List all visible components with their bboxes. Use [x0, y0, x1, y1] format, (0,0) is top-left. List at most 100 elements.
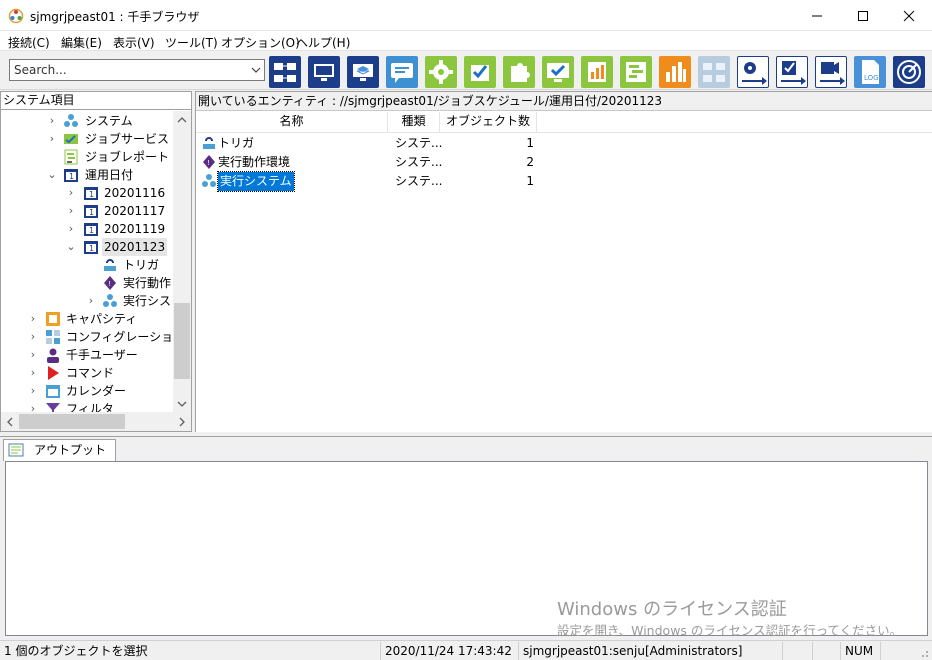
- chart-report-icon: [588, 62, 606, 82]
- gantt-button[interactable]: [620, 56, 652, 88]
- menu-tools[interactable]: ツール(T): [165, 34, 218, 51]
- calendar-date-icon: 1: [84, 241, 98, 254]
- tree-item-label: トリガ: [123, 258, 160, 272]
- check-arrow-button[interactable]: [776, 56, 808, 88]
- tree-item-date[interactable]: › 1 20201116: [1, 184, 173, 202]
- tree-item-senju-user[interactable]: › 千手ユーザー: [1, 346, 173, 364]
- layers-monitor-button[interactable]: [347, 56, 379, 88]
- menu-edit[interactable]: 編集(E): [61, 34, 102, 51]
- tree-item-command[interactable]: › コマンド: [1, 364, 173, 382]
- menu-help[interactable]: ヘルプ(H): [296, 34, 350, 51]
- chevron-down-icon[interactable]: ⌄: [47, 166, 57, 184]
- tree-item-label: コマンド: [66, 366, 115, 380]
- chevron-right-icon[interactable]: ›: [28, 328, 38, 346]
- tree-horizontal-scrollbar[interactable]: [1, 412, 191, 431]
- tree-vertical-scrollbar[interactable]: [173, 111, 191, 412]
- tree-item-calendar[interactable]: › カレンダー: [1, 382, 173, 400]
- chevron-right-icon[interactable]: ›: [28, 364, 38, 382]
- tree-item-job-report[interactable]: ジョブレポート: [1, 148, 173, 166]
- log-button[interactable]: LOG: [854, 56, 886, 88]
- chevron-right-icon[interactable]: ›: [47, 112, 57, 130]
- chevron-right-icon[interactable]: ›: [66, 202, 76, 220]
- list-row[interactable]: トリガ システ... 1: [196, 134, 932, 153]
- tree-item-date[interactable]: › 1 20201117: [1, 202, 173, 220]
- chevron-right-icon[interactable]: ›: [28, 310, 38, 328]
- monitor-icon: [314, 64, 334, 81]
- list-row[interactable]: ! 実行動作環境 システ... 2: [196, 153, 932, 172]
- orange-chart-icon: [666, 62, 686, 82]
- tree-item-capacity[interactable]: › キャパシティ: [1, 310, 173, 328]
- menu-view[interactable]: 表示(V): [113, 34, 155, 51]
- chart-report-button[interactable]: [581, 56, 613, 88]
- green-monitor-check-button[interactable]: [542, 56, 574, 88]
- scroll-right-icon[interactable]: [178, 417, 186, 427]
- resize-grip-icon[interactable]: [917, 646, 929, 658]
- radar-button[interactable]: [893, 56, 925, 88]
- log-icon: LOG: [862, 60, 879, 84]
- gear-arrow-button[interactable]: [737, 56, 769, 88]
- tree-item-exec-env[interactable]: ! 実行動作: [1, 274, 173, 292]
- config-icon: [46, 330, 60, 344]
- status-bar: 1 個のオブジェクトを選択 2020/11/24 17:43:42 sjmgrj…: [0, 640, 932, 660]
- green-check-puzzle-button[interactable]: [464, 56, 496, 88]
- chevron-right-icon[interactable]: ›: [28, 346, 38, 364]
- maximize-button[interactable]: [840, 0, 886, 31]
- row-type: システ...: [395, 155, 443, 169]
- green-puzzle-button[interactable]: [503, 56, 535, 88]
- camera-arrow-button[interactable]: [815, 56, 847, 88]
- calendar-date-icon: 1: [64, 169, 78, 182]
- monitor-button[interactable]: [308, 56, 340, 88]
- search-input[interactable]: [12, 61, 242, 79]
- svg-text:!: !: [207, 159, 210, 167]
- chevron-right-icon[interactable]: ›: [86, 292, 96, 310]
- tree-item-configuration[interactable]: › コンフィグレーション: [1, 328, 185, 346]
- list-row-selected[interactable]: 実行システム システ... 1: [196, 171, 932, 192]
- column-header-count[interactable]: オブジェクト数: [440, 112, 537, 132]
- column-header-name[interactable]: 名称: [196, 112, 388, 132]
- scroll-down-icon[interactable]: [177, 400, 187, 408]
- tree-item-system[interactable]: › システム: [1, 112, 173, 130]
- menu-options[interactable]: オプション(O): [221, 34, 300, 51]
- scroll-left-icon[interactable]: [6, 417, 14, 427]
- orange-chart-button[interactable]: [659, 56, 691, 88]
- maximize-icon: [858, 10, 868, 21]
- chevron-right-icon[interactable]: ›: [66, 220, 76, 238]
- green-gear-button[interactable]: [425, 56, 457, 88]
- status-blank-3: [880, 642, 910, 660]
- network-button[interactable]: [269, 56, 301, 88]
- tree-item-label: 20201117: [104, 204, 166, 218]
- trigger-icon: [203, 137, 215, 149]
- close-button[interactable]: [886, 0, 932, 31]
- tree-item-job-service[interactable]: › ジョブサービス: [1, 130, 173, 148]
- exec-env-icon: !: [104, 276, 116, 290]
- gray-network-button[interactable]: [698, 56, 730, 88]
- tree-item-date[interactable]: › 1 20201119: [1, 220, 173, 238]
- scroll-up-icon[interactable]: [177, 116, 187, 124]
- calendar-date-icon: 1: [84, 205, 98, 218]
- search-box[interactable]: [9, 59, 265, 81]
- tree-header: システム項目: [1, 92, 191, 110]
- chevron-right-icon[interactable]: ›: [28, 382, 38, 400]
- chat-button[interactable]: [386, 56, 418, 88]
- tree-item-exec-system[interactable]: › 実行シス: [1, 292, 173, 310]
- column-header-type[interactable]: 種類: [388, 112, 440, 132]
- chevron-down-icon[interactable]: [251, 65, 261, 75]
- tab-output-view[interactable]: アウトプットビュー: [3, 439, 116, 477]
- row-name: トリガ: [218, 136, 255, 150]
- trigger-icon: [104, 259, 116, 271]
- chevron-right-icon[interactable]: ›: [66, 184, 76, 202]
- chevron-right-icon[interactable]: ›: [47, 130, 57, 148]
- menu-connect[interactable]: 接続(C): [8, 34, 50, 51]
- output-area[interactable]: [5, 461, 928, 636]
- chevron-down-icon[interactable]: ⌄: [66, 238, 76, 256]
- tree-item-date-selected[interactable]: ⌄ 1 20201123: [1, 238, 173, 256]
- layers-monitor-icon: [353, 64, 373, 81]
- tree-item-label: カレンダー: [66, 384, 127, 398]
- tree-item-operation-date[interactable]: ⌄ 1 運用日付: [1, 166, 173, 184]
- scrollbar-thumb[interactable]: [174, 303, 190, 379]
- minimize-button[interactable]: [794, 0, 840, 31]
- tree-item-trigger[interactable]: トリガ: [1, 256, 173, 274]
- green-gear-icon: [429, 60, 453, 84]
- scrollbar-thumb[interactable]: [19, 414, 125, 429]
- radar-icon: [897, 60, 921, 84]
